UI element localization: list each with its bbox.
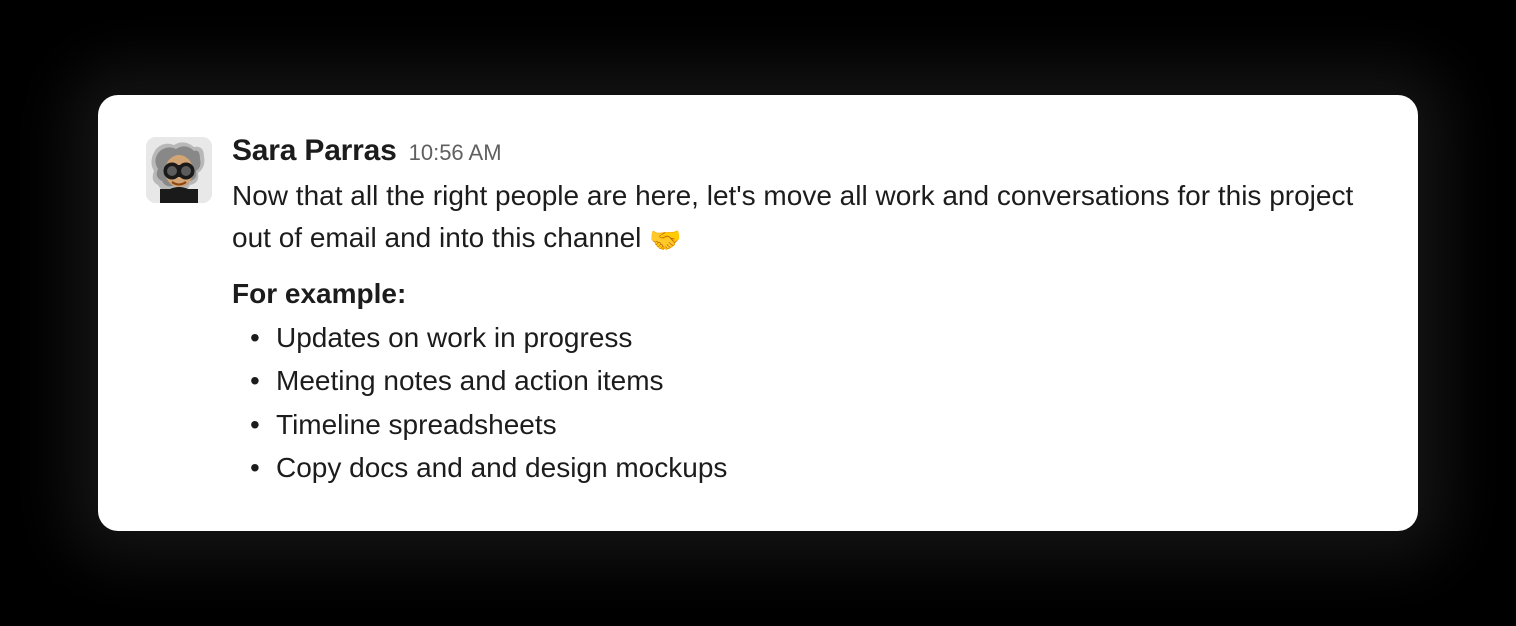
list-item: Updates on work in progress	[276, 316, 1370, 359]
message-body: Now that all the right people are here, …	[232, 175, 1370, 260]
list-item: Meeting notes and action items	[276, 359, 1370, 402]
message-header: Sara Parras 10:56 AM	[232, 133, 1370, 169]
avatar[interactable]	[146, 137, 212, 203]
message-timestamp[interactable]: 10:56 AM	[409, 140, 502, 166]
example-heading: For example:	[232, 278, 1370, 310]
message-content: Sara Parras 10:56 AM Now that all the ri…	[232, 133, 1370, 490]
example-list: Updates on work in progress Meeting note…	[232, 316, 1370, 490]
message-text: Now that all the right people are here, …	[232, 180, 1353, 253]
slack-message: Sara Parras 10:56 AM Now that all the ri…	[98, 95, 1418, 532]
list-item: Copy docs and and design mockups	[276, 446, 1370, 489]
avatar-image	[146, 137, 212, 203]
handshake-emoji: 🤝	[649, 221, 681, 260]
sender-name[interactable]: Sara Parras	[232, 133, 397, 169]
list-item: Timeline spreadsheets	[276, 403, 1370, 446]
